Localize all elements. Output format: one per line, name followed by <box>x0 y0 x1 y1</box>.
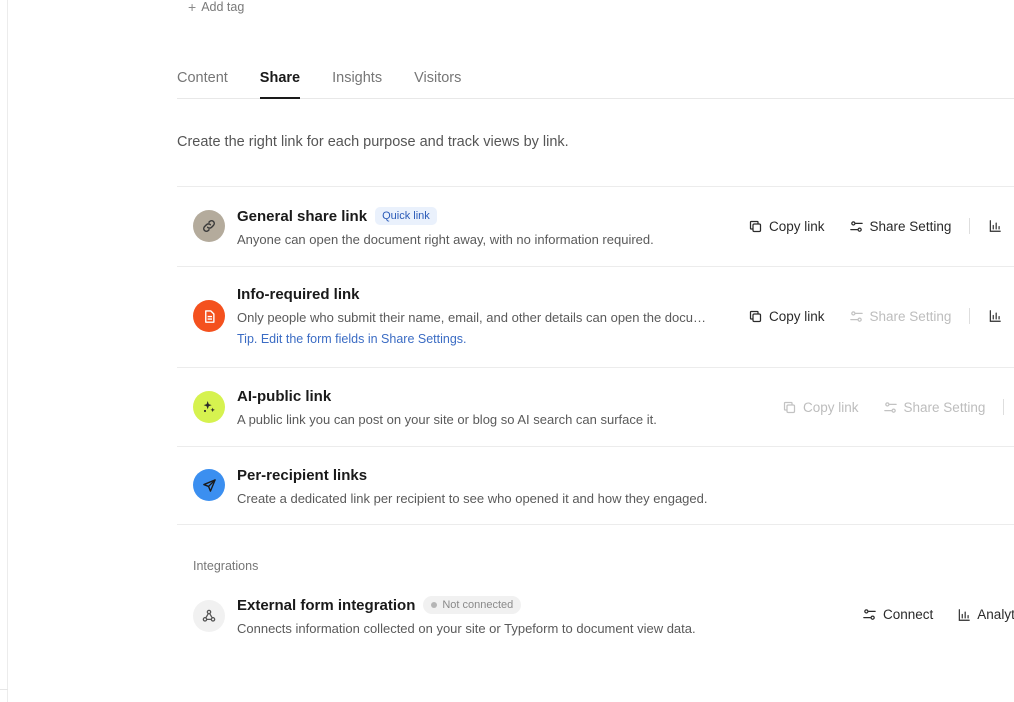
bar-chart-icon <box>990 310 1002 322</box>
integrations-heading: Integrations <box>193 559 259 573</box>
copy-link-label: Copy link <box>769 308 825 324</box>
share-link-list: General share link Quick link Anyone can… <box>177 186 1014 525</box>
tab-insights-label: Insights <box>332 70 383 86</box>
copy-link-button[interactable]: Copy link <box>782 400 859 415</box>
settings-sliders-icon <box>883 401 897 413</box>
settings-sliders-icon <box>849 220 863 232</box>
share-setting-label: Share Setting <box>869 218 952 234</box>
row-title: AI-public link <box>237 388 332 405</box>
row-title: General share link <box>237 207 368 225</box>
row-subtitle: Create a dedicated link per recipient to… <box>237 491 708 506</box>
webhook-icon <box>193 600 225 632</box>
action-divider <box>1003 399 1005 415</box>
stats-button[interactable] <box>988 309 1002 323</box>
stats-button[interactable] <box>988 219 1002 233</box>
share-description: Create the right link for each purpose a… <box>177 134 569 150</box>
share-settings-tip-link[interactable]: Tip. Edit the form fields in Share Setti… <box>237 332 706 346</box>
copy-link-label: Copy link <box>769 218 825 234</box>
share-setting-label: Share Setting <box>903 399 986 415</box>
link-icon <box>193 210 225 242</box>
settings-sliders-icon <box>849 310 863 322</box>
row-subtitle: Anyone can open the document right away,… <box>237 232 654 247</box>
bar-chart-icon <box>959 608 971 621</box>
send-icon <box>193 469 225 501</box>
tab-bar: Content Share Insights Visitors <box>177 58 1014 99</box>
share-link-row-per-recipient[interactable]: Per-recipient links Create a dedicated l… <box>177 446 1014 525</box>
share-setting-button[interactable]: Share Setting <box>849 218 952 234</box>
share-setting-button[interactable]: Share Setting <box>849 308 952 324</box>
rail-divider <box>0 689 8 690</box>
quick-link-badge: Quick link <box>375 207 437 225</box>
integration-row-external-form: External form integration Not connected … <box>177 582 1014 652</box>
tab-visitors-label: Visitors <box>414 70 462 86</box>
settings-sliders-icon <box>863 609 876 620</box>
document-icon <box>193 300 225 332</box>
copy-link-button[interactable]: Copy link <box>748 309 825 324</box>
add-tag-button[interactable]: + Add tag <box>188 0 244 14</box>
analytics-label: Analyt <box>977 607 1014 622</box>
share-setting-label: Share Setting <box>869 308 952 324</box>
plus-icon: + <box>188 0 197 15</box>
bar-chart-icon <box>990 220 1002 232</box>
tab-content-label: Content <box>177 70 228 86</box>
add-tag-label: Add tag <box>201 0 245 14</box>
tab-content[interactable]: Content <box>177 58 228 98</box>
share-link-row-ai-public: AI-public link A public link you can pos… <box>177 367 1014 446</box>
row-title: Info-required link <box>237 286 360 303</box>
share-link-row-general: General share link Quick link Anyone can… <box>177 186 1014 266</box>
copy-icon <box>749 310 762 322</box>
row-title: External form integration <box>237 596 416 614</box>
copy-icon <box>783 401 796 413</box>
tab-share[interactable]: Share <box>259 58 301 99</box>
tab-visitors[interactable]: Visitors <box>414 58 461 98</box>
left-rail <box>0 0 8 702</box>
connect-label: Connect <box>883 607 934 622</box>
tab-insights[interactable]: Insights <box>332 58 382 98</box>
row-title: Per-recipient links <box>237 467 368 484</box>
row-subtitle: Only people who submit their name, email… <box>237 310 706 325</box>
row-subtitle: A public link you can post on your site … <box>237 412 657 427</box>
status-badge: Not connected <box>423 596 522 614</box>
integration-list: External form integration Not connected … <box>177 582 1014 652</box>
row-subtitle: Connects information collected on your s… <box>237 621 696 636</box>
copy-icon <box>749 220 762 232</box>
sparkle-icon <box>193 391 225 423</box>
status-label: Not connected <box>442 599 514 611</box>
tab-share-label: Share <box>259 70 301 86</box>
action-divider <box>969 308 971 324</box>
status-dot-icon <box>431 602 438 608</box>
share-link-row-info-required: Info-required link Only people who submi… <box>177 266 1014 367</box>
action-divider <box>969 218 971 234</box>
analytics-button[interactable]: Analyt <box>957 607 1014 622</box>
share-setting-button[interactable]: Share Setting <box>883 399 986 415</box>
copy-link-label: Copy link <box>803 399 859 415</box>
connect-button[interactable]: Connect <box>862 607 933 622</box>
copy-link-button[interactable]: Copy link <box>748 219 825 234</box>
